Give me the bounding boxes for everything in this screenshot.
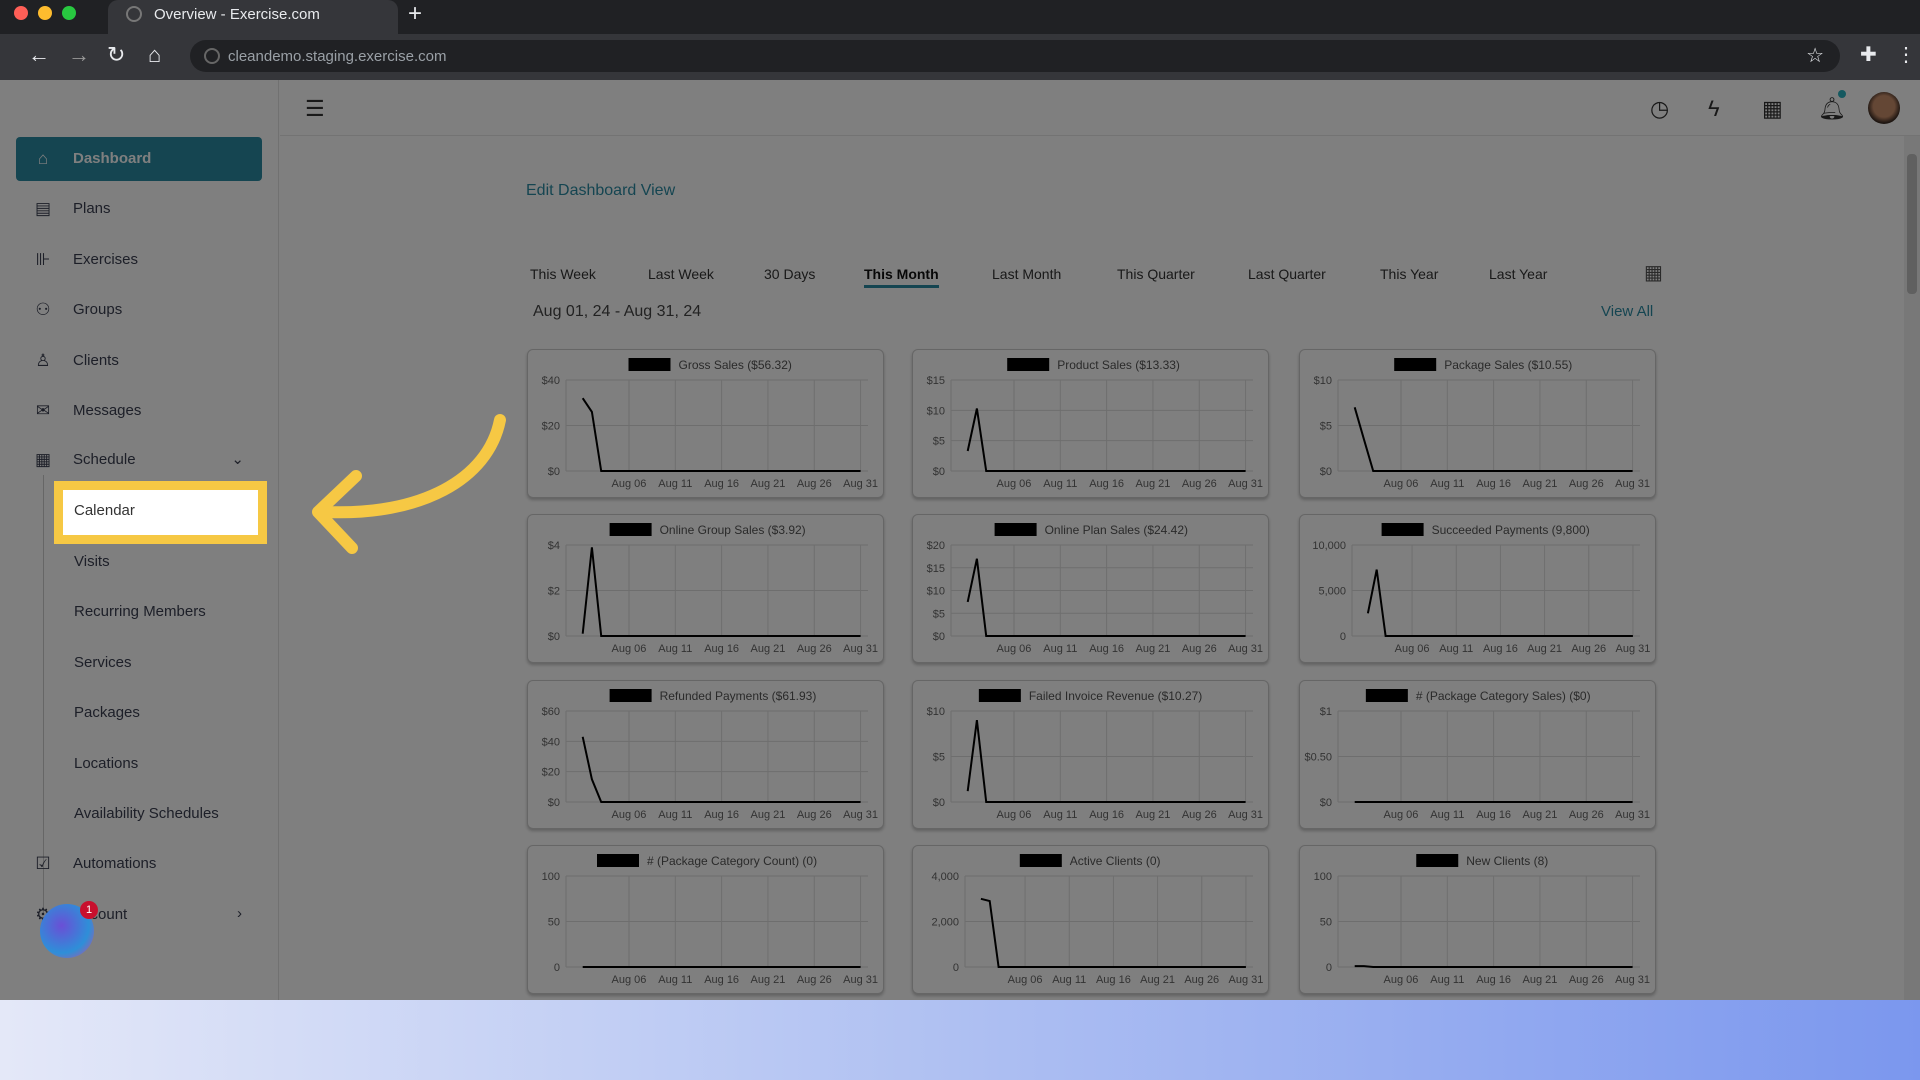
forward-icon[interactable]: → — [68, 42, 90, 68]
globe-icon — [204, 48, 220, 64]
dim-overlay — [0, 80, 1920, 1000]
tab-title: Overview - Exercise.com — [154, 6, 320, 23]
chat-badge: 1 — [80, 901, 98, 919]
minimize-window-button[interactable] — [38, 6, 52, 20]
calendar-highlight[interactable]: Calendar — [54, 481, 267, 544]
address-bar[interactable]: cleandemo.staging.exercise.com ☆ — [190, 40, 1840, 72]
menu-icon[interactable]: ⋮ — [1896, 42, 1916, 67]
extensions-icon[interactable]: ✚ — [1860, 42, 1877, 67]
new-tab-button[interactable]: + — [408, 0, 422, 28]
browser-tab-bar: Overview - Exercise.com + — [0, 0, 1920, 34]
url-text: cleandemo.staging.exercise.com — [228, 48, 447, 65]
maximize-window-button[interactable] — [62, 6, 76, 20]
calendar-highlight-label: Calendar — [74, 502, 135, 519]
browser-tab[interactable]: Overview - Exercise.com — [108, 0, 398, 34]
reload-icon[interactable]: ↻ — [107, 42, 125, 68]
globe-icon — [126, 6, 142, 22]
close-window-button[interactable] — [14, 6, 28, 20]
star-icon[interactable]: ☆ — [1806, 43, 1824, 68]
browser-toolbar: ← → ↻ ⌂ cleandemo.staging.exercise.com ☆… — [0, 34, 1920, 80]
bottom-gradient-band — [0, 1000, 1920, 1080]
home-icon[interactable]: ⌂ — [148, 42, 161, 68]
back-icon[interactable]: ← — [28, 42, 50, 68]
